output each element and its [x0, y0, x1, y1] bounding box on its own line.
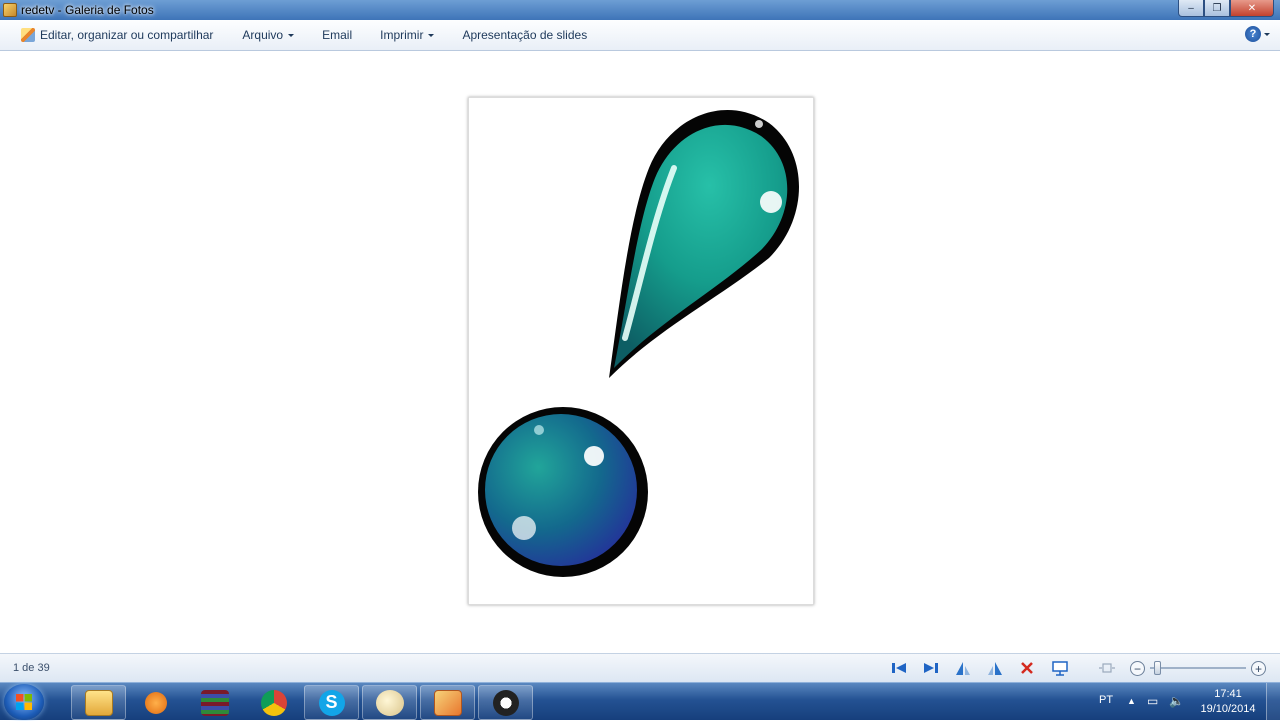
winrar-icon: [200, 689, 229, 716]
teardrop-sparkle: [760, 191, 782, 213]
taskbar-photo-gallery[interactable]: [420, 685, 475, 720]
next-button[interactable]: [922, 660, 940, 676]
rotate-left-icon: [956, 662, 970, 675]
close-icon: ✕: [1247, 2, 1257, 14]
dropdown-arrow-icon: [428, 33, 435, 37]
previous-button[interactable]: [890, 660, 908, 676]
teardrop-sparkle-small: [755, 120, 763, 128]
window-controls: ‒ ❐ ✕: [1178, 0, 1274, 17]
volume-icon[interactable]: 🔈: [1169, 694, 1184, 708]
taskbar-media-player[interactable]: [128, 685, 183, 720]
command-bar: Editar, organizar ou compartilhar Arquiv…: [0, 20, 1280, 51]
menu-imprimir-label: Imprimir: [380, 28, 424, 42]
help-button[interactable]: ?: [1245, 26, 1270, 42]
maximize-button[interactable]: ❐: [1204, 0, 1230, 17]
edit-organize-icon: [21, 28, 35, 42]
close-button[interactable]: ✕: [1230, 0, 1274, 17]
dropdown-arrow-icon: [1264, 32, 1270, 36]
dropdown-arrow-icon: [288, 33, 295, 37]
zoom-slider-track[interactable]: [1150, 667, 1246, 669]
taskbar: S PT ▲ ▭ 🔈 17:41 19/10/2014: [0, 682, 1280, 721]
dot-shape: [485, 414, 637, 566]
dot-sparkle-lower: [512, 516, 536, 540]
network-icon[interactable]: ▭: [1147, 694, 1158, 708]
menu-email[interactable]: Email: [315, 23, 359, 47]
delete-icon: [1021, 662, 1033, 674]
paint-icon: [375, 689, 404, 716]
clock[interactable]: 17:41 19/10/2014: [1196, 687, 1260, 717]
zoom-out-button[interactable]: −: [1130, 661, 1145, 676]
dot-sparkle: [584, 446, 604, 466]
menu-edit-organize-share[interactable]: Editar, organizar ou compartilhar: [14, 23, 220, 47]
actual-size-button[interactable]: [1098, 660, 1116, 676]
slideshow-button[interactable]: [1051, 660, 1069, 676]
movie-maker-icon: [492, 689, 519, 716]
maximize-icon: ❐: [1212, 2, 1222, 14]
clock-date: 19/10/2014: [1200, 703, 1256, 715]
taskbar-winrar[interactable]: [187, 685, 242, 720]
zoom-in-icon: +: [1254, 661, 1262, 676]
window-title: redetv - Galeria de Fotos: [21, 3, 154, 17]
menu-slideshow-label: Apresentação de slides: [462, 28, 588, 42]
taskbar-windows-explorer[interactable]: [71, 685, 126, 720]
photo-gallery-app-icon: [3, 3, 17, 17]
start-button[interactable]: [4, 684, 44, 720]
menu-arquivo-label: Arquivo: [242, 28, 284, 42]
zoom-out-icon: −: [1133, 661, 1141, 676]
photo[interactable]: [468, 97, 814, 605]
next-icon: [924, 663, 938, 673]
menu-edit-label: Editar, organizar ou compartilhar: [40, 28, 214, 42]
windows-logo-icon: [16, 694, 32, 710]
windows-explorer-icon: [84, 689, 113, 716]
media-player-icon: [144, 691, 167, 714]
photo-viewer: [0, 52, 1280, 653]
teardrop-shape: [614, 124, 788, 368]
delete-button[interactable]: [1018, 660, 1036, 676]
rotate-right-icon: [988, 662, 1002, 675]
taskbar-skype[interactable]: S: [304, 685, 359, 720]
taskbar-paint[interactable]: [362, 685, 417, 720]
actual-size-icon: [1099, 663, 1115, 673]
minimize-button[interactable]: ‒: [1178, 0, 1204, 17]
show-hidden-icons-icon[interactable]: ▲: [1127, 696, 1136, 706]
menu-slideshow[interactable]: Apresentação de slides: [455, 23, 594, 47]
chrome-icon: [260, 689, 287, 716]
menu-imprimir[interactable]: Imprimir: [373, 23, 441, 47]
exclamation-mark-image: [478, 110, 799, 577]
zoom-in-button[interactable]: +: [1251, 661, 1266, 676]
photo-gallery-icon: [433, 689, 462, 716]
minimize-icon: ‒: [1188, 2, 1194, 14]
slideshow-icon: [1052, 661, 1068, 676]
rotate-left-button[interactable]: [954, 660, 972, 676]
menu-arquivo[interactable]: Arquivo: [235, 23, 301, 47]
taskbar-movie-maker[interactable]: [478, 685, 533, 720]
previous-icon: [892, 663, 906, 673]
show-desktop-button[interactable]: [1266, 683, 1280, 721]
navigation-bar: 1 de 39 − +: [0, 653, 1280, 682]
skype-icon: S: [318, 689, 345, 716]
rotate-right-button[interactable]: [986, 660, 1004, 676]
taskbar-chrome[interactable]: [246, 685, 301, 720]
photo-counter: 1 de 39: [13, 662, 50, 674]
menu-email-label: Email: [322, 28, 353, 42]
language-indicator[interactable]: PT: [1099, 694, 1113, 706]
zoom-slider-thumb[interactable]: [1154, 661, 1162, 675]
dot-sparkle-top: [534, 425, 544, 435]
title-bar: redetv - Galeria de Fotos ‒ ❐ ✕: [0, 0, 1280, 20]
help-icon: ?: [1245, 26, 1261, 42]
clock-time: 17:41: [1214, 688, 1242, 700]
